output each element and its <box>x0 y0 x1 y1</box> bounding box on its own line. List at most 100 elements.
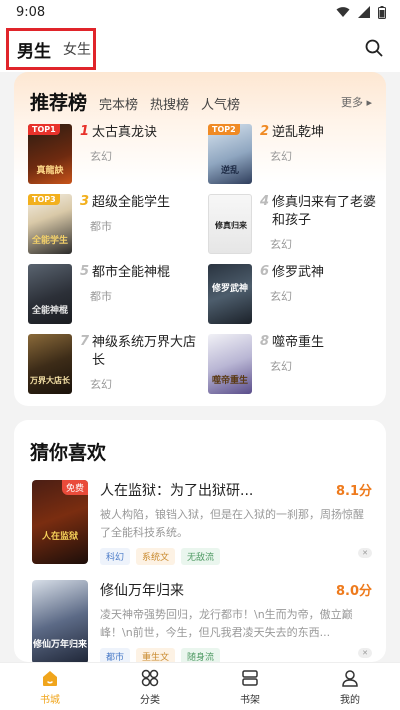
nav-label: 我的 <box>340 694 360 706</box>
guess-you-like-card: 猜你喜欢 免费 人在监狱 人在监狱：为了出狱研... 8.1分 被人构陷，锒铛入… <box>14 420 386 662</box>
cover-title: 全能学生 <box>31 236 68 246</box>
book-title: 修罗武神 <box>272 265 325 280</box>
rank-book-1[interactable]: TOP1 真龍訣 1 太古真龙诀 玄幻 <box>28 124 208 186</box>
cover-title: 全能神棍 <box>31 306 68 316</box>
tab-hot-search[interactable]: 热搜榜 <box>150 94 189 113</box>
rank-book-7[interactable]: 万界大店长 7 神级系统万界大店长 玄幻 <box>28 334 208 396</box>
book-cover: 免费 人在监狱 <box>32 480 88 564</box>
status-bar: 9:08 <box>0 0 400 24</box>
rank-number: 3 <box>80 194 90 209</box>
tab-female[interactable]: 女生 <box>63 39 91 59</box>
nav-label: 书架 <box>240 694 260 706</box>
top-bar: 男生 女生 <box>0 24 400 72</box>
rank-number: 2 <box>260 124 270 139</box>
rank-number: 8 <box>260 334 270 349</box>
free-badge: 免费 <box>61 480 88 495</box>
book-cover: 全能神棍 <box>28 264 72 324</box>
book-genre: 玄幻 <box>270 290 292 303</box>
nav-profile[interactable]: 我的 <box>300 663 400 710</box>
book-score: 8.1分 <box>335 484 372 499</box>
tab-complete[interactable]: 完本榜 <box>99 94 138 113</box>
nav-label: 书城 <box>40 694 60 706</box>
ranking-title[interactable]: 推荐榜 <box>30 88 87 115</box>
rank-number: 5 <box>80 264 90 279</box>
rank-book-4[interactable]: 修真归来 4 修真归来有了老婆和孩子 玄幻 <box>208 194 386 256</box>
bookstore-icon <box>43 670 57 686</box>
nav-label: 分类 <box>140 694 160 706</box>
status-time: 9:08 <box>16 4 46 20</box>
more-link[interactable]: 更多 ▸ <box>341 94 372 110</box>
cover-title: 逆乱 <box>220 166 239 176</box>
rank-number: 7 <box>80 334 90 349</box>
rank-book-2[interactable]: TOP2 逆乱 2 逆乱乾坤 玄幻 <box>208 124 386 186</box>
rank-book-3[interactable]: TOP3 全能学生 3 超级全能学生 都市 <box>28 194 208 256</box>
close-icon[interactable]: ✕ <box>358 548 372 558</box>
book-tags: 科幻 系统文 无敌流 <box>100 548 221 565</box>
tag[interactable]: 无敌流 <box>181 548 221 565</box>
rank-number: 4 <box>260 194 270 209</box>
cover-title: 修罗武神 <box>211 284 248 294</box>
tag[interactable]: 科幻 <box>100 548 131 565</box>
rank-book-6[interactable]: 修罗武神 6 修罗武神 玄幻 <box>208 264 386 326</box>
book-cover: TOP2 逆乱 <box>208 124 252 184</box>
book-title: 修仙万年归来 <box>100 583 184 599</box>
book-cover: TOP1 真龍訣 <box>28 124 72 184</box>
recommended-book-1[interactable]: 免费 人在监狱 人在监狱：为了出狱研... 8.1分 被人构陷，锒铛入狱，但是在… <box>32 480 372 570</box>
book-title: 神级系统万界大店长 <box>92 335 197 368</box>
book-genre: 玄幻 <box>90 378 112 391</box>
tab-popular[interactable]: 人气榜 <box>201 94 240 113</box>
book-genre: 都市 <box>90 290 112 303</box>
recommended-book-2[interactable]: 修仙万年归来 修仙万年归来 8.0分 凌天神帝强势回归，龙行都市！\n生而为帝，… <box>32 580 372 662</box>
tab-male[interactable]: 男生 <box>17 37 51 62</box>
cover-title: 噬帝重生 <box>211 376 248 386</box>
bookshelf-icon <box>242 669 258 686</box>
search-icon <box>365 39 383 57</box>
cover-title: 真龍訣 <box>36 166 64 176</box>
book-title: 人在监狱：为了出狱研... <box>100 483 254 499</box>
book-title: 都市全能神棍 <box>92 265 171 280</box>
category-icon <box>141 669 159 686</box>
rank-number: 6 <box>260 264 270 279</box>
nav-category[interactable]: 分类 <box>100 663 200 710</box>
book-genre: 玄幻 <box>270 238 292 251</box>
book-cover: 万界大店长 <box>28 334 72 394</box>
rank-book-8[interactable]: 噬帝重生 8 噬帝重生 玄幻 <box>208 334 386 396</box>
book-description: 凌天神帝强势回归，龙行都市！\n生而为帝，傲立巅峰！\n前世，今生，但凡我君凌天… <box>100 608 353 639</box>
book-genre: 都市 <box>90 220 112 233</box>
ranking-card: 推荐榜 完本榜 热搜榜 人气榜 更多 ▸ TOP1 真龍訣 1 太古真龙诀 玄幻… <box>14 72 386 406</box>
ranking-header: 推荐榜 完本榜 热搜榜 人气榜 更多 ▸ <box>30 88 372 114</box>
wifi-icon <box>336 7 350 17</box>
nav-bookstore[interactable]: 书城 <box>0 663 100 710</box>
book-cover: TOP3 全能学生 <box>28 194 72 254</box>
book-cover: 修罗武神 <box>208 264 252 324</box>
book-cover: 修真归来 <box>208 194 252 254</box>
tag[interactable]: 都市 <box>100 648 131 662</box>
status-icons <box>336 5 386 19</box>
book-score: 8.0分 <box>335 584 372 599</box>
tag[interactable]: 重生文 <box>136 648 176 662</box>
rank-number: 1 <box>80 124 90 139</box>
book-title: 修真归来有了老婆和孩子 <box>272 195 377 228</box>
bottom-nav: 书城 分类 书架 我的 <box>0 662 400 710</box>
cover-title: 修仙万年归来 <box>32 640 87 650</box>
book-cover: 噬帝重生 <box>208 334 252 394</box>
gender-tabs: 男生 女生 <box>6 28 96 70</box>
cover-title: 人在监狱 <box>41 532 78 542</box>
cover-title: 万界大店长 <box>30 376 70 385</box>
book-title: 超级全能学生 <box>92 195 171 210</box>
book-title: 噬帝重生 <box>272 335 325 350</box>
guess-title: 猜你喜欢 <box>30 442 107 464</box>
search-button[interactable] <box>360 34 388 62</box>
book-genre: 玄幻 <box>270 150 292 163</box>
cover-title: 修真归来 <box>215 221 247 230</box>
top-badge: TOP1 <box>28 124 60 135</box>
tag[interactable]: 随身流 <box>181 648 221 662</box>
close-icon[interactable]: ✕ <box>358 648 372 658</box>
nav-bookshelf[interactable]: 书架 <box>200 663 300 710</box>
tag[interactable]: 系统文 <box>136 548 176 565</box>
rank-book-5[interactable]: 全能神棍 5 都市全能神棍 都市 <box>28 264 208 326</box>
book-title: 太古真龙诀 <box>92 125 158 140</box>
top-badge: TOP3 <box>28 194 60 205</box>
book-tags: 都市 重生文 随身流 <box>100 648 221 662</box>
profile-icon <box>342 669 358 687</box>
